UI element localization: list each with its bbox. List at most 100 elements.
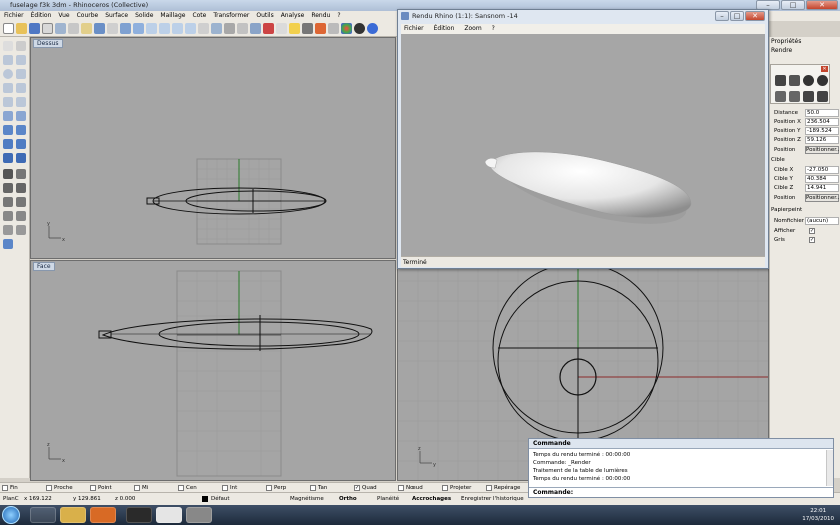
osnap-fin-checkbox[interactable] xyxy=(2,485,8,491)
light-icon[interactable] xyxy=(263,23,274,34)
light-tool-icon[interactable] xyxy=(803,91,814,102)
viewport-icon[interactable] xyxy=(198,23,209,34)
menu-solide[interactable]: Solide xyxy=(135,11,153,21)
menu-maillage[interactable]: Maillage xyxy=(160,11,185,21)
camera-icon[interactable] xyxy=(775,91,786,102)
lightbulb-icon[interactable] xyxy=(289,23,300,34)
osnap-noeud[interactable]: Nœud xyxy=(396,483,440,492)
taskbar-notepad-icon[interactable] xyxy=(156,507,182,523)
boolean-icon[interactable] xyxy=(16,139,26,149)
menu-help[interactable]: ? xyxy=(337,11,340,21)
render-icon[interactable] xyxy=(328,23,339,34)
cz-field[interactable]: 14.941 xyxy=(805,184,839,192)
bulb-icon[interactable] xyxy=(3,169,13,179)
position-button[interactable]: Positionner... xyxy=(805,146,840,154)
taskbar-rhino-icon[interactable] xyxy=(186,507,212,523)
menu-transformer[interactable]: Transformer xyxy=(213,11,249,21)
palette-close-icon[interactable]: ✕ xyxy=(821,66,828,72)
menu-edition[interactable]: Édition xyxy=(31,11,52,21)
shaded-icon[interactable] xyxy=(224,23,235,34)
osnap-proche-checkbox[interactable] xyxy=(46,485,52,491)
open-folder-icon[interactable] xyxy=(16,23,27,34)
render-menu-zoom[interactable]: Zoom xyxy=(464,24,481,34)
taskbar-firefox-icon[interactable] xyxy=(90,507,116,523)
osnap-tan-checkbox[interactable] xyxy=(310,485,316,491)
mesh-icon[interactable] xyxy=(3,139,13,149)
afficher-checkbox[interactable]: ✓ xyxy=(809,228,815,234)
polyline-icon[interactable] xyxy=(3,55,13,65)
taskbar-folder-icon[interactable] xyxy=(60,507,86,523)
render-menu-fichier[interactable]: Fichier xyxy=(404,24,424,34)
posz-field[interactable]: 59.126 xyxy=(805,136,839,144)
menu-analyse[interactable]: Analyse xyxy=(281,11,305,21)
render-menu-help[interactable]: ? xyxy=(492,24,495,34)
move-icon[interactable] xyxy=(817,91,828,102)
taskbar-media-icon[interactable] xyxy=(126,507,152,523)
box-icon[interactable] xyxy=(3,125,13,135)
viewport-front[interactable]: x z Face xyxy=(30,260,396,481)
sphere-render-icon[interactable] xyxy=(803,75,814,86)
color-wheel-icon[interactable] xyxy=(341,23,352,34)
select-icon[interactable] xyxy=(107,23,118,34)
nomfichier-field[interactable]: (aucun) xyxy=(805,217,839,225)
osnap-icon[interactable] xyxy=(315,23,326,34)
osnap-mi[interactable]: Mi xyxy=(132,483,176,492)
osnap-quad[interactable]: ✓ Quad xyxy=(352,483,396,492)
render-maximize-button[interactable]: □ xyxy=(730,11,744,21)
cplane-icon[interactable] xyxy=(250,23,261,34)
render-mesh-icon[interactable] xyxy=(3,239,13,249)
osnap-quad-checkbox[interactable]: ✓ xyxy=(354,485,360,491)
render-window[interactable]: Rendu Rhino (1:1): Sansnom -14 – □ ✕ Fic… xyxy=(397,9,769,269)
osnap-fin[interactable]: Fin xyxy=(0,483,44,492)
rendered-icon[interactable] xyxy=(237,23,248,34)
undo-icon[interactable] xyxy=(94,23,105,34)
save-icon[interactable] xyxy=(29,23,40,34)
osnap-cen-checkbox[interactable] xyxy=(178,485,184,491)
cut-icon[interactable] xyxy=(55,23,66,34)
zoom-icon[interactable] xyxy=(146,23,157,34)
viewport-label-top[interactable]: Dessus xyxy=(33,39,63,48)
render-close-button[interactable]: ✕ xyxy=(745,11,765,21)
cylinder-icon[interactable] xyxy=(3,153,13,163)
viewport-label-front[interactable]: Face xyxy=(33,262,55,271)
menu-outils[interactable]: Outils xyxy=(256,11,273,21)
text-icon[interactable] xyxy=(3,225,13,235)
osnap-projeter-checkbox[interactable] xyxy=(442,485,448,491)
transform-icon[interactable] xyxy=(16,169,26,179)
explode-icon[interactable] xyxy=(16,197,26,207)
cx-field[interactable]: -27.050 xyxy=(805,166,839,174)
osnap-point[interactable]: Point xyxy=(88,483,132,492)
taskbar-explorer-icon[interactable] xyxy=(30,507,56,523)
posy-field[interactable]: -189.524 xyxy=(805,127,839,135)
extrude-icon[interactable] xyxy=(16,111,26,121)
zoom-extents-icon[interactable] xyxy=(172,23,183,34)
sphere-wire-icon[interactable] xyxy=(817,75,828,86)
osnap-projeter[interactable]: Projeter xyxy=(440,483,484,492)
copy-icon[interactable] xyxy=(68,23,79,34)
split-icon[interactable] xyxy=(16,183,26,193)
planeite-toggle[interactable]: Planéité xyxy=(377,493,399,505)
maximize-button[interactable]: □ xyxy=(781,0,805,10)
cy-field[interactable]: 40.384 xyxy=(805,175,839,183)
circle-icon[interactable] xyxy=(3,69,13,79)
osnap-mi-checkbox[interactable] xyxy=(134,485,140,491)
menu-surface[interactable]: Surface xyxy=(105,11,128,21)
trim-icon[interactable] xyxy=(3,183,13,193)
menu-fichier[interactable]: Fichier xyxy=(4,11,24,21)
ortho-toggle[interactable]: Ortho xyxy=(339,493,357,505)
camera-target-icon[interactable] xyxy=(789,91,800,102)
command-input[interactable]: Commande: xyxy=(529,487,833,498)
rotate-view-icon[interactable] xyxy=(133,23,144,34)
zoom-window-icon[interactable] xyxy=(159,23,170,34)
wireframe-icon[interactable] xyxy=(211,23,222,34)
osnap-point-checkbox[interactable] xyxy=(90,485,96,491)
dimension-icon[interactable] xyxy=(16,211,26,221)
osnap-proche[interactable]: Proche xyxy=(44,483,88,492)
osnap-perp[interactable]: Perp xyxy=(264,483,308,492)
render-minimize-button[interactable]: – xyxy=(715,11,729,21)
osnap-reperage[interactable]: Repérage xyxy=(484,483,528,492)
historique-toggle[interactable]: Enregistrer l'historique xyxy=(461,493,524,505)
polygon-icon[interactable] xyxy=(3,97,13,107)
osnap-reperage-checkbox[interactable] xyxy=(486,485,492,491)
osnap-cen[interactable]: Cen xyxy=(176,483,220,492)
